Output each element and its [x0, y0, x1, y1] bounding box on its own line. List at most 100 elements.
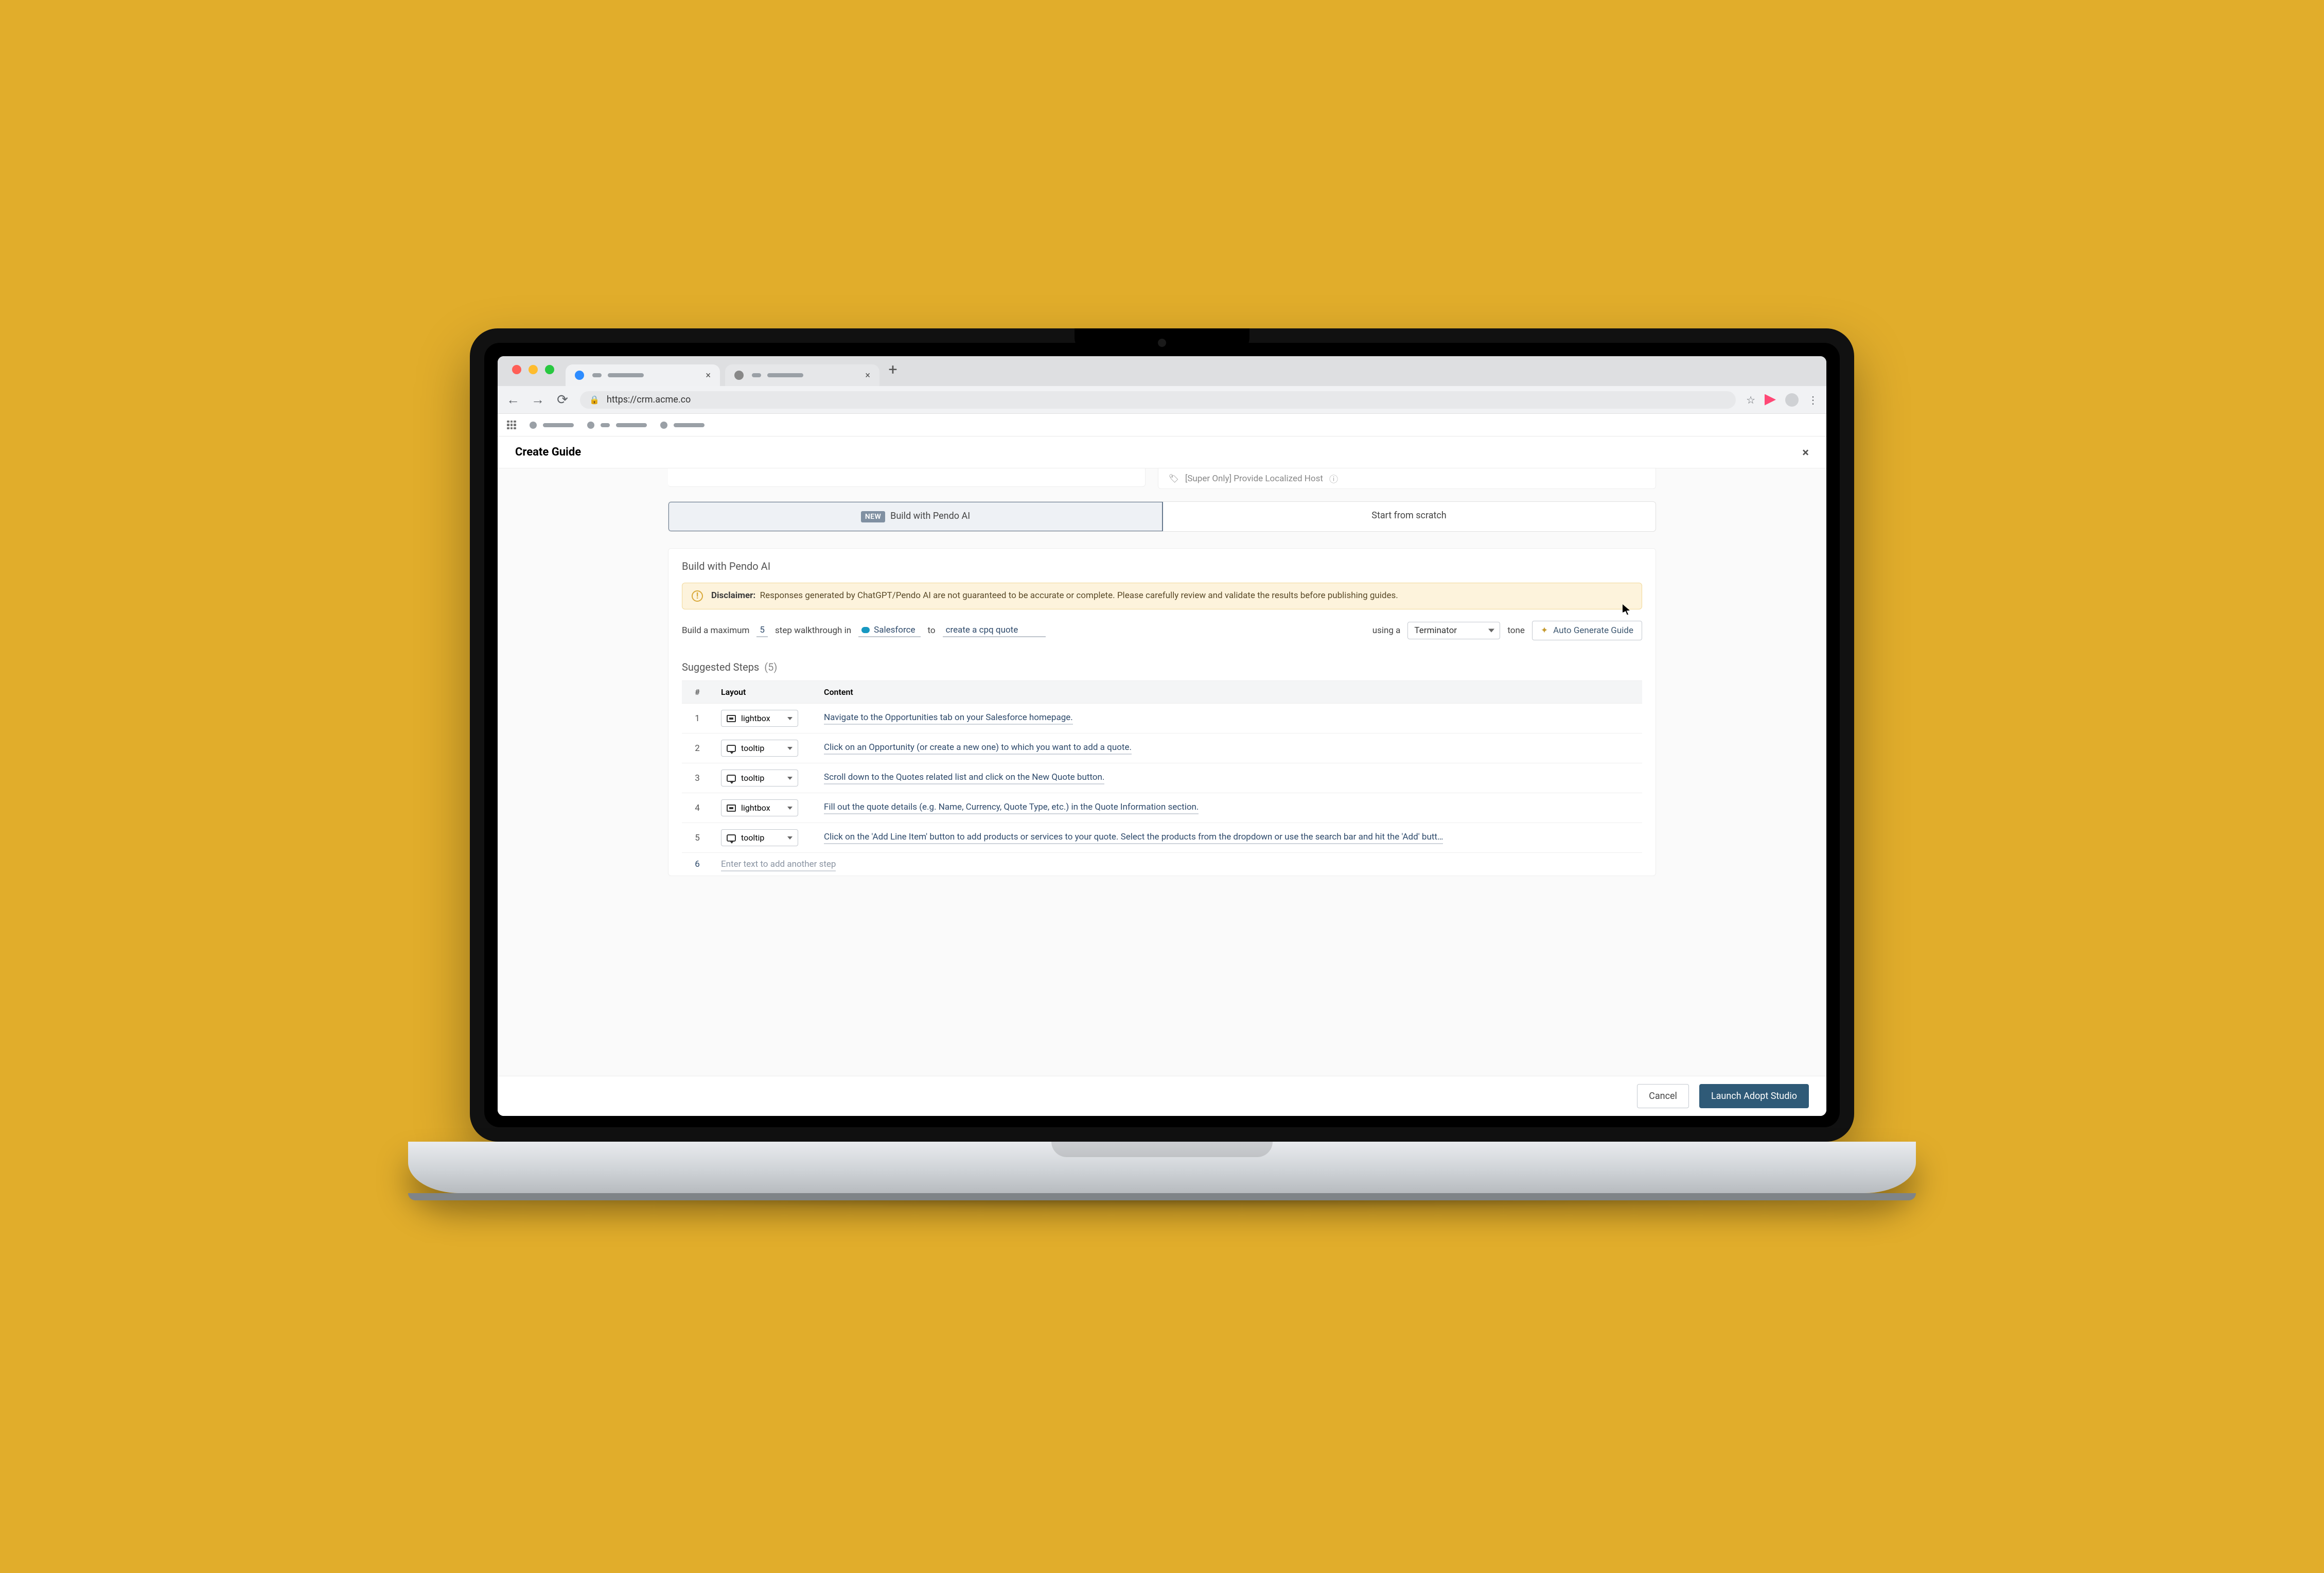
layout-value: lightbox	[741, 803, 770, 813]
page-header: Create Guide ×	[498, 436, 1826, 468]
tab-scratch[interactable]: Start from scratch	[1163, 502, 1656, 531]
profile-avatar[interactable]	[1785, 393, 1799, 407]
card-stub-right: 🏷 [Super Only] Provide Localized Host ⓘ	[1158, 468, 1657, 489]
cancel-button[interactable]: Cancel	[1637, 1084, 1689, 1108]
suggested-steps-section: Suggested Steps (5) # Layout	[682, 661, 1642, 876]
lock-icon: 🔒	[589, 395, 600, 405]
bookmark-star-icon[interactable]: ☆	[1746, 394, 1755, 406]
table-row: 3 tooltip Scroll down to the Quotes relate…	[682, 763, 1642, 793]
bookmark-item[interactable]	[587, 422, 647, 429]
step-content-input[interactable]: Click on the 'Add Line Item' button to a…	[824, 832, 1443, 844]
laptop-base	[408, 1142, 1916, 1193]
favicon-icon	[734, 371, 744, 380]
lightbox-icon	[727, 715, 736, 722]
step-count-input[interactable]: 5	[756, 624, 768, 637]
nav-back-icon[interactable]: ←	[506, 392, 520, 408]
col-number: #	[682, 681, 713, 704]
tag-icon: 🏷	[1169, 474, 1179, 483]
table-row: 5tooltipClick on the 'Add Line Item' but…	[682, 823, 1642, 853]
close-window-icon[interactable]	[512, 365, 521, 374]
laptop-mockup: × × + ← → ⟳ 🔒 https://crm	[470, 328, 1854, 1245]
step-number: 1	[682, 704, 713, 733]
col-content: Content	[816, 681, 1642, 704]
tab-scratch-label: Start from scratch	[1371, 510, 1446, 521]
new-tab-button[interactable]: +	[885, 363, 901, 379]
browser-tab[interactable]: ×	[725, 364, 879, 386]
tab-build-ai-label: Build with Pendo AI	[890, 511, 970, 521]
builder-text: to	[928, 625, 936, 636]
platform-selector[interactable]: Salesforce	[858, 624, 920, 637]
step-content-input[interactable]: Navigate to the Opportunities tab on you…	[824, 712, 1073, 725]
table-row: 4 lightbox Fill out the quote details (e.g…	[682, 793, 1642, 823]
app-page: Create Guide × 🏷 [Super Only] Provide Lo…	[498, 436, 1826, 1116]
tab-build-ai[interactable]: NEW Build with Pendo AI	[668, 501, 1163, 532]
laptop-screen: × × + ← → ⟳ 🔒 https://crm	[498, 356, 1826, 1116]
lightbox-icon	[727, 805, 736, 812]
browser-tab-active[interactable]: ×	[566, 364, 720, 386]
disclaimer-banner: ! Disclaimer: Responses generated by Cha…	[682, 583, 1642, 609]
apps-icon[interactable]	[507, 421, 516, 430]
favicon-icon	[575, 371, 584, 380]
table-row: 2 tooltip Click on an Opportunity (or crea…	[682, 733, 1642, 763]
layout-value: tooltip	[741, 773, 764, 783]
auto-generate-button[interactable]: ✦ Auto Generate Guide	[1532, 621, 1642, 640]
tab-close-icon[interactable]: ×	[865, 370, 870, 381]
page-footer: Cancel Launch Adopt Studio	[498, 1076, 1826, 1116]
browser-toolbar: ← → ⟳ 🔒 https://crm.acme.co ☆ ⋮	[498, 386, 1826, 414]
salesforce-icon	[861, 627, 870, 633]
new-badge: NEW	[861, 511, 885, 522]
steps-count: (5)	[764, 661, 777, 673]
layout-select[interactable]: tooltip	[721, 829, 798, 846]
layout-select[interactable]: tooltip	[721, 740, 798, 757]
minimize-window-icon[interactable]	[529, 365, 538, 374]
col-layout: Layout	[713, 681, 816, 704]
section-title: Build with Pendo AI	[682, 560, 1642, 572]
layout-select[interactable]: lightbox	[721, 710, 798, 727]
address-bar[interactable]: 🔒 https://crm.acme.co	[580, 391, 1736, 409]
url-text: https://crm.acme.co	[607, 394, 691, 405]
pendo-extension-icon[interactable]	[1765, 394, 1776, 406]
browser-window: × × + ← → ⟳ 🔒 https://crm	[498, 356, 1826, 1116]
builder-text: step walkthrough in	[775, 625, 851, 636]
step-number: 6	[682, 853, 713, 876]
laptop-camera	[1158, 339, 1166, 347]
table-row: 1 lightbox Navigate to the Opportunities t…	[682, 704, 1642, 733]
steps-title: Suggested Steps	[682, 661, 759, 673]
maximize-window-icon[interactable]	[545, 365, 554, 374]
layout-select[interactable]: lightbox	[721, 799, 798, 816]
prompt-builder: Build a maximum 5 step walkthrough in Sa…	[682, 621, 1642, 640]
page-title: Create Guide	[515, 446, 581, 459]
step-number: 2	[682, 733, 713, 763]
tone-select[interactable]: Terminator	[1407, 622, 1500, 639]
window-controls	[508, 365, 560, 377]
build-ai-card: Build with Pendo AI ! Disclaimer: Respon…	[668, 548, 1656, 876]
bookmark-item[interactable]	[660, 422, 705, 429]
layout-value: lightbox	[741, 713, 770, 723]
stub-text: [Super Only] Provide Localized Host	[1185, 474, 1323, 484]
nav-forward-icon[interactable]: →	[531, 392, 545, 408]
add-step-input[interactable]: Enter text to add another step	[721, 859, 836, 871]
browser-menu-icon[interactable]: ⋮	[1808, 394, 1818, 406]
add-step-row: 6 Enter text to add another step	[682, 853, 1642, 876]
page-content: 🏷 [Super Only] Provide Localized Host ⓘ …	[498, 468, 1826, 1076]
goal-input[interactable]: create a cpq quote	[943, 624, 1046, 637]
bookmarks-bar	[498, 414, 1826, 436]
step-content-input[interactable]: Click on an Opportunity (or create a new…	[824, 742, 1132, 755]
close-dialog-icon[interactable]: ×	[1802, 445, 1809, 460]
sparkle-icon: ✦	[1541, 625, 1548, 636]
nav-reload-icon[interactable]: ⟳	[555, 392, 570, 408]
step-number: 4	[682, 793, 713, 823]
step-number: 3	[682, 763, 713, 793]
layout-value: tooltip	[741, 743, 764, 753]
tooltip-icon	[727, 745, 736, 752]
tooltip-icon	[727, 834, 736, 842]
step-content-input[interactable]: Scroll down to the Quotes related list a…	[824, 772, 1104, 784]
info-icon: ⓘ	[1329, 472, 1338, 485]
bookmark-item[interactable]	[530, 422, 574, 429]
tab-close-icon[interactable]: ×	[706, 370, 711, 381]
launch-adopt-studio-button[interactable]: Launch Adopt Studio	[1699, 1084, 1809, 1108]
layout-select[interactable]: tooltip	[721, 770, 798, 786]
build-mode-tabs: NEW Build with Pendo AI Start from scratc…	[668, 501, 1656, 532]
layout-value: tooltip	[741, 833, 764, 843]
step-content-input[interactable]: Fill out the quote details (e.g. Name, C…	[824, 802, 1199, 814]
